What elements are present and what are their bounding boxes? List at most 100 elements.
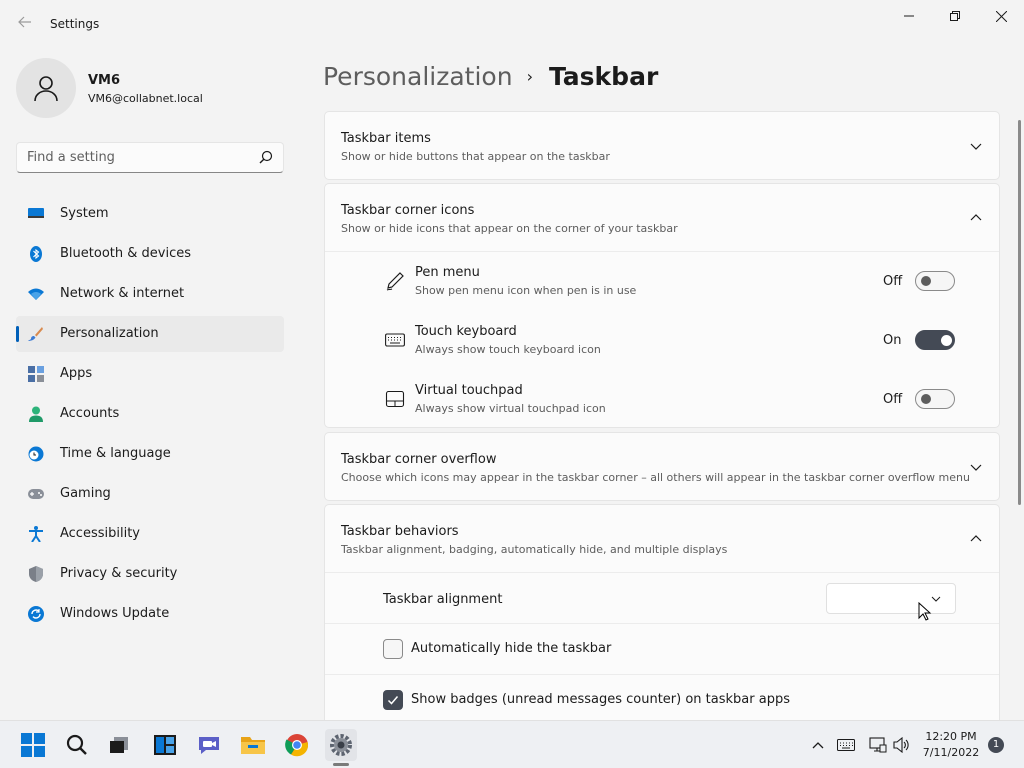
taskbar-alignment-dropdown[interactable] xyxy=(826,583,956,614)
taskbar: 12:20 PM 7/11/2022 1 xyxy=(0,720,1024,768)
row-title: Virtual touchpad xyxy=(415,383,523,398)
taskbar-corner-overflow-section[interactable]: Taskbar corner overflow Choose which ico… xyxy=(324,432,1000,501)
toggle-knob xyxy=(941,335,952,346)
show-hidden-icons-button[interactable] xyxy=(808,735,828,755)
search-icon xyxy=(259,150,273,164)
section-title: Taskbar behaviors xyxy=(341,524,459,539)
touch-keyboard-tray-button[interactable] xyxy=(836,735,856,755)
avatar xyxy=(16,58,76,118)
volume-tray-button[interactable] xyxy=(892,735,912,755)
start-button[interactable] xyxy=(17,729,49,761)
sidebar-item-label: System xyxy=(60,206,109,221)
teams-chat-icon xyxy=(199,737,219,754)
breadcrumb-parent[interactable]: Personalization xyxy=(323,62,513,91)
page-title: Taskbar xyxy=(548,61,659,91)
section-description: Taskbar alignment, badging, automaticall… xyxy=(341,543,728,556)
pen-menu-row: Pen menu Show pen menu icon when pen is … xyxy=(325,252,999,311)
sidebar-item-apps[interactable]: Apps xyxy=(16,356,284,392)
section-header[interactable]: Taskbar corner overflow Choose which ico… xyxy=(325,433,999,501)
minimize-icon xyxy=(904,15,914,17)
scrollbar[interactable] xyxy=(1018,120,1021,505)
badges-label[interactable]: Show badges (unread messages counter) on… xyxy=(411,692,790,707)
close-button[interactable] xyxy=(978,0,1024,32)
badges-checkbox[interactable] xyxy=(383,690,403,710)
task-view-icon xyxy=(110,737,128,753)
settings-button[interactable] xyxy=(325,729,357,761)
toggle-state-label: On xyxy=(883,333,902,348)
back-button[interactable] xyxy=(14,13,36,35)
maximize-button[interactable] xyxy=(932,0,978,32)
clock-time: 12:20 PM xyxy=(925,730,977,743)
pen-menu-toggle[interactable] xyxy=(915,271,955,291)
taskbar-alignment-label: Taskbar alignment xyxy=(383,592,503,607)
virtual-touchpad-toggle[interactable] xyxy=(915,389,955,409)
back-arrow-icon xyxy=(18,16,31,28)
shield-icon xyxy=(29,566,43,582)
user-name: VM6 xyxy=(88,73,121,88)
search-input[interactable] xyxy=(17,143,247,172)
active-app-indicator xyxy=(333,763,349,766)
breadcrumb-separator: › xyxy=(526,66,533,86)
chat-button[interactable] xyxy=(193,729,225,761)
sidebar-item-gaming[interactable]: Gaming xyxy=(16,476,284,512)
chevron-up-icon xyxy=(812,742,824,749)
sidebar-item-system[interactable]: System xyxy=(16,196,284,232)
sidebar-item-label: Accessibility xyxy=(60,526,140,541)
file-explorer-button[interactable] xyxy=(237,729,269,761)
widgets-button[interactable] xyxy=(149,729,181,761)
notification-badge[interactable]: 1 xyxy=(988,737,1004,753)
breadcrumb: Personalization › Taskbar xyxy=(323,58,658,94)
sidebar-item-windows-update[interactable]: Windows Update xyxy=(16,596,284,632)
person-icon xyxy=(34,76,58,102)
sidebar-item-label: Privacy & security xyxy=(60,566,178,581)
section-header[interactable]: Taskbar behaviors Taskbar alignment, bad… xyxy=(325,505,999,573)
divider xyxy=(325,623,999,624)
chevron-down-icon[interactable] xyxy=(969,139,983,153)
chevron-down-icon[interactable] xyxy=(969,460,983,474)
apps-icon xyxy=(28,366,44,382)
sidebar-item-network[interactable]: Network & internet xyxy=(16,276,284,312)
section-header[interactable]: Taskbar items Show or hide buttons that … xyxy=(325,112,999,180)
network-tray-button[interactable] xyxy=(868,735,888,755)
touch-keyboard-toggle[interactable] xyxy=(915,330,955,350)
toggle-state-label: Off xyxy=(883,392,903,407)
sidebar-item-label: Windows Update xyxy=(60,606,170,621)
row-description: Always show touch keyboard icon xyxy=(415,343,601,356)
chrome-icon xyxy=(285,734,309,757)
settings-icon xyxy=(330,734,352,756)
touchpad-icon xyxy=(385,390,405,408)
user-email: VM6@collabnet.local xyxy=(88,92,203,105)
wifi-icon xyxy=(28,288,44,300)
sidebar-item-label: Personalization xyxy=(60,326,159,341)
sidebar-item-accounts[interactable]: Accounts xyxy=(16,396,284,432)
auto-hide-checkbox[interactable] xyxy=(383,639,403,659)
section-description: Show or hide buttons that appear on the … xyxy=(341,150,610,163)
sidebar-item-time-language[interactable]: Time & language xyxy=(16,436,284,472)
taskbar-clock[interactable]: 12:20 PM 7/11/2022 xyxy=(918,729,984,761)
chrome-button[interactable] xyxy=(281,729,313,761)
taskbar-search-button[interactable] xyxy=(61,729,93,761)
search-box[interactable] xyxy=(16,142,284,173)
taskbar-items-section[interactable]: Taskbar items Show or hide buttons that … xyxy=(324,111,1000,180)
chevron-up-icon[interactable] xyxy=(969,532,983,546)
chevron-down-icon xyxy=(931,596,941,602)
minimize-button[interactable] xyxy=(886,0,932,32)
app-title: Settings xyxy=(50,17,100,31)
section-header[interactable]: Taskbar corner icons Show or hide icons … xyxy=(325,184,999,252)
widgets-icon xyxy=(154,735,176,755)
keyboard-icon xyxy=(385,333,405,347)
sidebar-item-personalization[interactable]: Personalization xyxy=(16,316,284,352)
sidebar-item-accessibility[interactable]: Accessibility xyxy=(16,516,284,552)
sidebar-item-privacy[interactable]: Privacy & security xyxy=(16,556,284,592)
task-view-button[interactable] xyxy=(103,729,135,761)
sidebar-item-bluetooth[interactable]: Bluetooth & devices xyxy=(16,236,284,272)
clock-date: 7/11/2022 xyxy=(922,746,980,759)
auto-hide-label[interactable]: Automatically hide the taskbar xyxy=(411,641,611,656)
chevron-up-icon[interactable] xyxy=(969,211,983,225)
monitor-icon xyxy=(28,208,44,218)
row-title: Touch keyboard xyxy=(415,324,517,339)
file-explorer-icon xyxy=(241,737,265,754)
title-bar: Settings xyxy=(0,0,1024,48)
brush-icon xyxy=(28,327,43,341)
checkmark-icon xyxy=(387,696,399,705)
